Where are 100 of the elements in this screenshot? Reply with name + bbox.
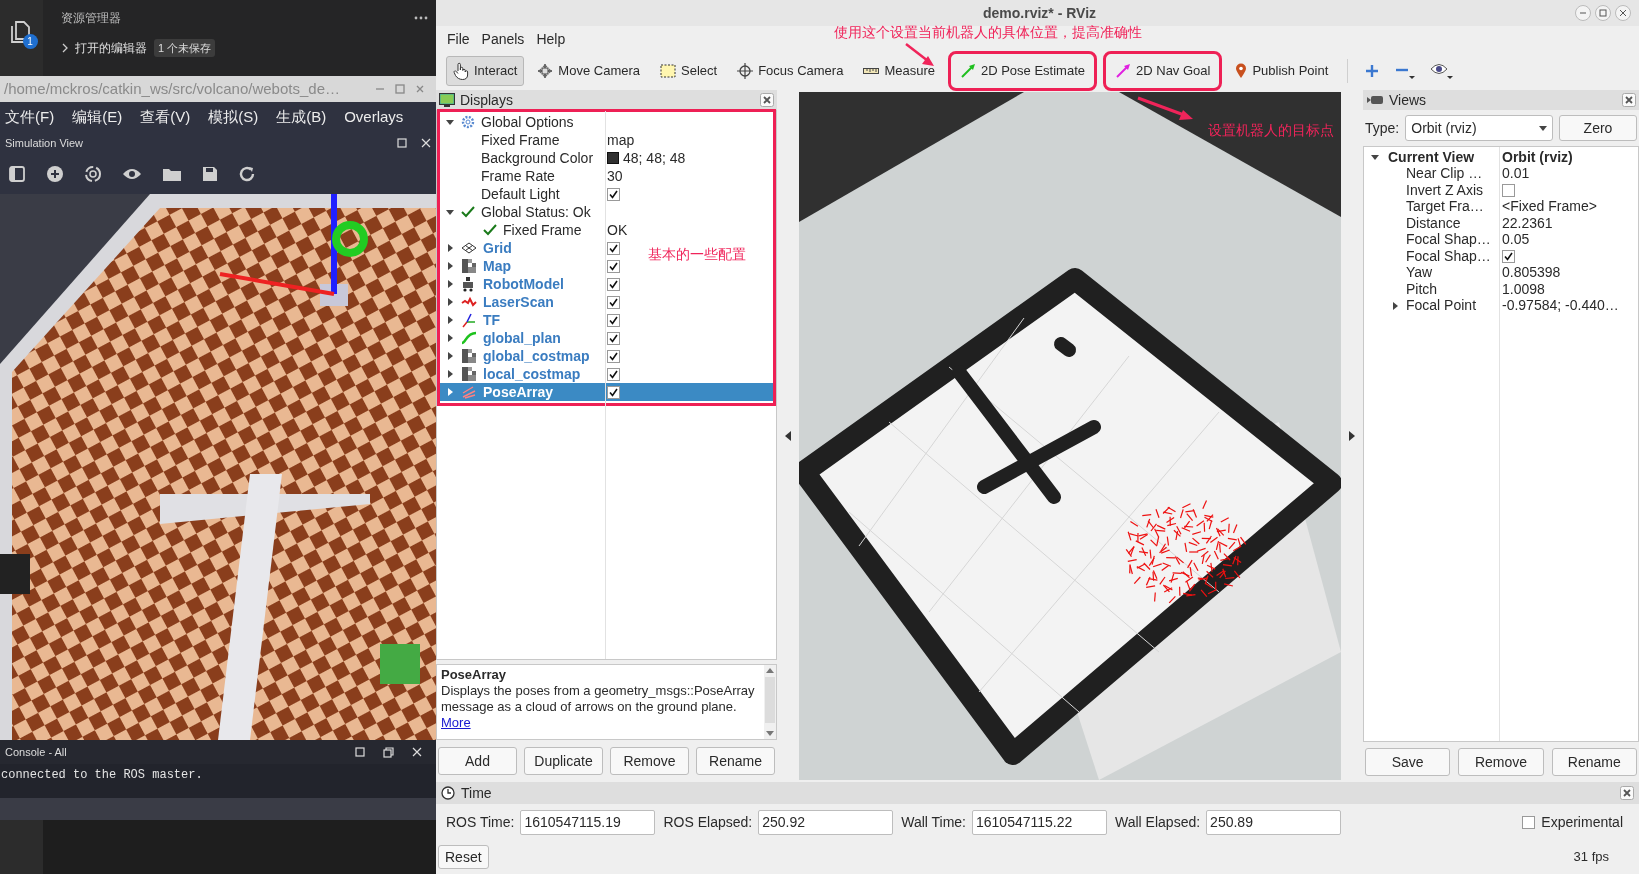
panel-button[interactable]: Add [438,747,517,775]
explorer-title: 资源管理器 [61,10,121,27]
display-row[interactable]: Grid [439,239,629,257]
restore-icon[interactable] [383,746,394,758]
expand-arrow-icon[interactable] [445,333,455,343]
scrollbar[interactable] [764,665,776,739]
display-name: TF [483,310,501,330]
menu-item[interactable]: Overlays [344,105,404,129]
menu-item[interactable]: 生成(B) [276,105,327,129]
add-icon[interactable] [46,165,64,183]
fps-counter: 31 fps [1573,848,1609,867]
checkbox[interactable] [607,367,620,381]
tool-button[interactable]: Measure [856,56,942,86]
expand-arrow-icon[interactable] [445,279,455,289]
reload-icon[interactable] [238,165,256,183]
panel-button[interactable]: Rename [1551,748,1637,776]
display-row[interactable]: RobotModel [439,275,629,293]
display-row[interactable]: TF [439,311,629,329]
menu-item[interactable]: 查看(V) [140,105,191,129]
display-row[interactable]: global_plan [439,329,629,347]
expand-arrow-icon[interactable] [1390,300,1400,311]
checkbox[interactable] [607,187,620,201]
display-name: local_costmap [483,364,581,384]
checkbox[interactable] [1522,815,1536,829]
axes-icon [461,312,477,328]
display-row[interactable]: LaserScan [439,293,629,311]
expand-arrow-icon[interactable] [445,369,455,379]
expand-arrow-icon[interactable] [445,261,455,271]
property-label: Distance [1406,214,1461,233]
property-label: Background Color [481,148,594,168]
menu-item[interactable]: 模拟(S) [208,105,259,129]
checkbox[interactable] [607,349,620,363]
panel-button[interactable]: Remove [1458,748,1544,776]
eye-icon[interactable] [122,167,142,181]
menu-item[interactable]: 文件(F) [5,105,55,129]
checkbox[interactable] [607,295,620,309]
reset-button[interactable]: Reset [438,845,489,869]
collapse-left-icon[interactable] [785,431,791,441]
field-label: ROS Elapsed: [663,812,753,832]
property-label: Default Light [481,184,560,204]
type-dropdown[interactable]: Orbit (rviz) [1405,115,1553,141]
menu-item[interactable]: Help [535,29,567,50]
files-icon [8,20,31,44]
panel-button[interactable]: Rename [696,747,775,775]
close-icon[interactable] [760,93,774,107]
checkbox[interactable] [1502,249,1515,263]
expand-arrow-icon[interactable] [445,351,455,361]
close-icon[interactable] [1622,93,1636,107]
close-icon[interactable] [1620,786,1634,800]
open-editors-header[interactable]: 打开的编辑器 [75,39,147,57]
checkbox-label: Experimental [1541,812,1623,832]
display-row[interactable]: global_costmap [439,347,629,365]
tool-button[interactable]: Interact [446,56,525,86]
description-text: Displays the poses from a geometry_msgs::PoseArray message as a cloud of arrows on the ground plane. More [441,683,756,731]
time-field[interactable]: 1610547115.19 [520,809,656,835]
save-icon[interactable] [202,166,218,182]
expand-arrow-icon[interactable] [445,117,455,127]
time-field[interactable]: 250.92 [758,809,894,835]
time-field[interactable]: 1610547115.22 [972,809,1107,835]
tool-button[interactable]: 2D Pose Estimate [952,56,1092,86]
checkbox[interactable] [607,259,620,273]
checkbox[interactable] [1502,183,1515,197]
description-title: PoseArray [441,667,508,683]
display-row[interactable]: local_costmap [439,365,629,383]
checkbox[interactable] [607,313,620,327]
orbit-icon[interactable] [84,165,102,183]
plus-icon[interactable] [1364,63,1381,79]
tool-button[interactable]: Focus Camera [730,56,851,86]
display-row[interactable]: PoseArray [439,383,774,401]
menu-item[interactable]: 编辑(E) [72,105,123,129]
checkbox[interactable] [607,241,620,255]
checkbox[interactable] [607,277,620,291]
menu-item[interactable]: Panels [480,29,526,50]
display-row[interactable]: Map [439,257,629,275]
tool-button[interactable]: 2D Nav Goal [1108,56,1218,86]
tool-button[interactable]: Select [653,56,725,86]
time-field[interactable]: 250.89 [1206,809,1342,835]
expand-arrow-icon[interactable] [445,297,455,307]
arrows-icon [461,385,477,399]
panel-button[interactable]: Save [1365,748,1451,776]
select-rectangle-icon [660,64,676,78]
zero-button[interactable]: Zero [1559,115,1637,141]
more-link[interactable]: More [441,715,471,730]
folder-icon[interactable] [162,166,182,182]
checkbox[interactable] [607,385,620,399]
panel-button[interactable]: Remove [610,747,689,775]
checkbox[interactable] [607,331,620,345]
clock-icon [441,786,455,800]
collapse-right-icon[interactable] [1349,431,1355,441]
tool-button[interactable]: Publish Point [1228,56,1336,86]
tool-button[interactable]: Move Camera [530,56,647,86]
menu-item[interactable]: File [446,29,471,50]
expand-arrow-icon[interactable] [445,207,455,217]
panel-button[interactable]: Duplicate [524,747,603,775]
panel-toggle-icon[interactable] [8,165,26,183]
close-icon[interactable] [1615,5,1631,21]
eye-dropdown-icon[interactable] [1430,62,1455,80]
expand-arrow-icon[interactable] [445,315,455,325]
hand-icon [453,62,469,80]
expand-arrow-icon[interactable] [445,243,455,253]
